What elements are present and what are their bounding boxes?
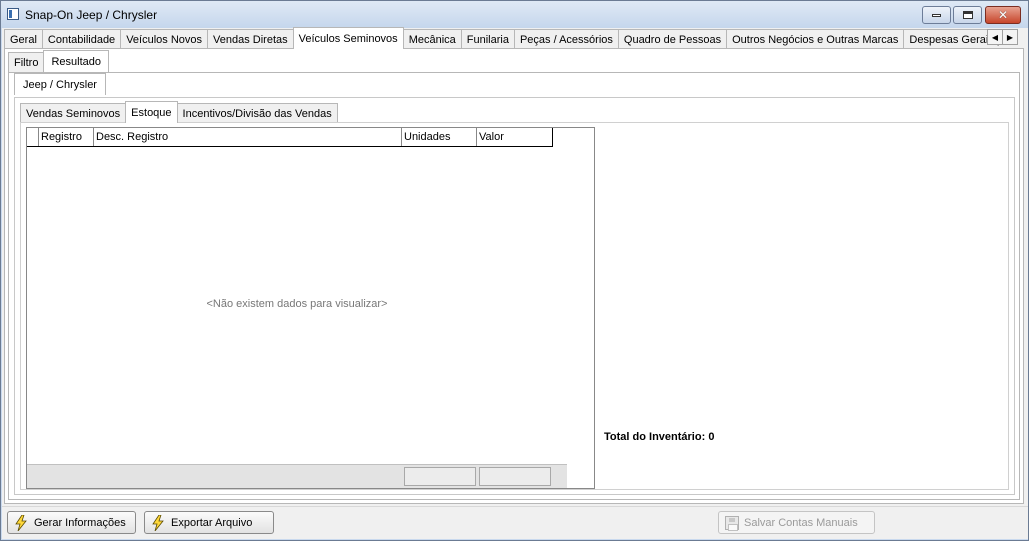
column-header-unidades[interactable]: Unidades — [402, 128, 477, 146]
tab-vendas-diretas[interactable]: Vendas Diretas — [207, 29, 294, 49]
maximize-button[interactable] — [953, 6, 982, 24]
column-header-registro[interactable]: Registro — [39, 128, 94, 146]
tab-contabilidade[interactable]: Contabilidade — [41, 29, 122, 49]
lightning-icon — [152, 514, 164, 531]
tab-scroll-left-icon[interactable]: ◀ — [987, 29, 1003, 45]
app-icon — [7, 8, 19, 20]
column-header-desc-registro[interactable]: Desc. Registro — [94, 128, 402, 146]
tab-veiculos-seminovos[interactable]: Veículos Seminovos — [292, 27, 404, 49]
total-inventario: Total do Inventário: 0 — [604, 431, 714, 443]
close-button[interactable]: ✕ — [985, 6, 1021, 24]
section-tab-strip: Vendas Seminovos Estoque Incentivos/Divi… — [20, 101, 338, 123]
gerar-informacoes-button[interactable]: Gerar Informações — [7, 511, 136, 534]
window-title: Snap-On Jeep / Chrysler — [25, 8, 158, 22]
footer-summary-unidades — [404, 467, 476, 486]
empty-grid-message: <Não existem dados para visualizar> — [206, 298, 388, 310]
tab-jeep-chrysler[interactable]: Jeep / Chrysler — [14, 73, 106, 95]
main-tab-strip: Geral Contabilidade Veículos Novos Venda… — [4, 27, 1010, 49]
veiculos-seminovos-panel: Filtro Resultado Jeep / Chrysler Vendas … — [4, 48, 1024, 504]
gerar-informacoes-label: Gerar Informações — [34, 516, 126, 529]
tab-scroll-controls: ◀ ▶ — [987, 29, 1018, 45]
tab-geral[interactable]: Geral — [4, 29, 43, 49]
row-indicator-header — [27, 128, 39, 146]
minimize-icon — [932, 13, 941, 17]
tab-incentivos-divisao[interactable]: Incentivos/Divisão das Vendas — [176, 103, 338, 123]
total-inventario-label: Total do Inventário: — [604, 431, 706, 443]
client-area: Geral Contabilidade Veículos Novos Venda… — [2, 27, 1028, 539]
tab-resultado[interactable]: Resultado — [43, 50, 109, 72]
minimize-button[interactable] — [922, 6, 951, 24]
close-icon: ✕ — [997, 8, 1009, 22]
tab-funilaria[interactable]: Funilaria — [460, 29, 515, 49]
column-header-valor[interactable]: Valor — [477, 128, 552, 146]
lightning-icon — [15, 514, 27, 531]
app-window: Snap-On Jeep / Chrysler ✕ Geral Contabil… — [0, 0, 1029, 541]
sub-tab-strip: Filtro Resultado — [8, 50, 109, 72]
title-bar[interactable]: Snap-On Jeep / Chrysler ✕ — [1, 1, 1028, 28]
salvar-contas-manuais-label: Salvar Contas Manuais — [744, 516, 858, 529]
tab-filtro[interactable]: Filtro — [8, 52, 45, 72]
tab-estoque[interactable]: Estoque — [125, 101, 178, 123]
tab-outros-negocios[interactable]: Outros Negócios e Outras Marcas — [726, 29, 905, 49]
tab-mecanica[interactable]: Mecânica — [402, 29, 462, 49]
estoque-panel: Registro Desc. Registro Unidades Valor <… — [20, 122, 1009, 490]
tab-scroll-right-icon[interactable]: ▶ — [1002, 29, 1018, 45]
tab-vendas-seminovos[interactable]: Vendas Seminovos — [20, 103, 127, 123]
tab-veiculos-novos[interactable]: Veículos Novos — [120, 29, 209, 49]
estoque-grid[interactable]: Registro Desc. Registro Unidades Valor <… — [26, 127, 595, 489]
brand-panel: Vendas Seminovos Estoque Incentivos/Divi… — [14, 97, 1015, 495]
grid-footer — [27, 464, 567, 488]
salvar-contas-manuais-button[interactable]: Salvar Contas Manuais — [718, 511, 875, 534]
tab-pecas-acessorios[interactable]: Peças / Acessórios — [513, 29, 619, 49]
total-inventario-value: 0 — [708, 431, 715, 443]
exportar-arquivo-label: Exportar Arquivo — [171, 516, 253, 529]
maximize-icon — [962, 11, 973, 19]
save-disk-icon — [725, 515, 739, 531]
bottom-toolbar: Gerar Informações Exportar Arquivo Salva… — [2, 506, 1028, 539]
grid-header: Registro Desc. Registro Unidades Valor — [27, 128, 553, 147]
resultado-panel: Jeep / Chrysler Vendas Seminovos Estoque… — [8, 72, 1020, 500]
footer-summary-valor — [479, 467, 551, 486]
brand-tab-strip: Jeep / Chrysler — [14, 73, 106, 95]
exportar-arquivo-button[interactable]: Exportar Arquivo — [144, 511, 274, 534]
tab-quadro-de-pessoas[interactable]: Quadro de Pessoas — [617, 29, 728, 49]
